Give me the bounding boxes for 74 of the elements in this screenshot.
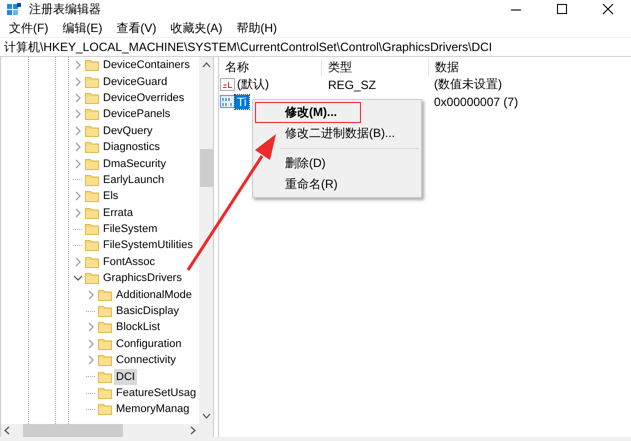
folder-icon <box>98 288 112 301</box>
app-icon <box>6 3 21 16</box>
tree-item[interactable]: DeviceGuard <box>101 74 170 90</box>
folder-icon <box>85 59 99 72</box>
folder-icon <box>85 174 99 186</box>
menu-item[interactable]: 修改(M)... <box>255 102 361 123</box>
string-value-icon <box>220 78 235 91</box>
menu-item[interactable]: 重命名(R) <box>255 174 419 195</box>
tree-item[interactable]: Configuration <box>114 336 184 352</box>
column-header[interactable]: 名称 <box>219 59 322 76</box>
menu-bar-item[interactable]: 收藏夹(A) <box>163 20 230 36</box>
tree-item[interactable]: DeviceOverrides <box>101 90 186 106</box>
menu-item[interactable]: 修改二进制数据(B)... <box>255 123 419 144</box>
value-name[interactable]: Ti <box>235 94 249 108</box>
folder-icon <box>85 92 99 104</box>
maximize-button[interactable] <box>555 4 569 15</box>
value-type: REG_SZ <box>327 78 378 92</box>
tree-item[interactable]: AdditionalMode <box>114 286 194 303</box>
folder-icon <box>85 272 99 284</box>
folder-icon <box>85 190 99 202</box>
folder-icon <box>98 338 112 350</box>
folder-icon <box>85 256 99 268</box>
menu-bar-item[interactable]: 编辑(E) <box>55 20 110 36</box>
tree-item[interactable]: DCI <box>114 368 137 385</box>
column-header[interactable]: 数据 <box>429 59 459 76</box>
scroll-up-icon[interactable] <box>202 61 210 69</box>
scrollbar-thumb[interactable] <box>200 149 212 187</box>
folder-icon <box>85 223 99 236</box>
column-header[interactable]: 类型 <box>322 59 429 76</box>
tree-item[interactable]: FileSystem <box>101 221 160 238</box>
folder-icon <box>85 239 99 252</box>
tree-item[interactable]: BasicDisplay <box>114 303 181 320</box>
scroll-right-icon[interactable] <box>189 426 197 435</box>
binary-value-icon <box>220 95 235 108</box>
menu-item[interactable]: 删除(D) <box>255 153 419 174</box>
folder-icon <box>85 206 99 219</box>
scroll-down-icon[interactable] <box>202 412 210 420</box>
tree-item[interactable]: FeatureSetUsag <box>114 385 198 401</box>
folder-icon <box>98 370 112 383</box>
folder-icon <box>98 321 112 334</box>
tree-item[interactable]: Errata <box>101 204 135 221</box>
tree-item[interactable]: FontAssoc <box>101 254 157 270</box>
tree-item[interactable]: EarlyLaunch <box>101 172 166 188</box>
scrollbar-thumb[interactable] <box>23 424 123 437</box>
tree-item[interactable]: DeviceContainers <box>101 57 192 74</box>
folder-icon <box>85 108 99 120</box>
value-name[interactable]: (默认) <box>235 76 271 93</box>
folder-icon <box>85 158 99 170</box>
folder-icon <box>85 124 99 137</box>
tree-item[interactable]: DmaSecurity <box>101 156 168 172</box>
folder-icon <box>85 76 99 88</box>
tree-item[interactable]: GraphicsDrivers <box>101 270 184 286</box>
tree-item[interactable]: MemoryManag <box>114 401 192 418</box>
folder-icon <box>98 305 112 318</box>
menu-bar-item[interactable]: 文件(F) <box>2 20 56 36</box>
tree-item[interactable]: Diagnostics <box>101 139 162 156</box>
tree-item[interactable]: DevicePanels <box>101 106 172 122</box>
address-field[interactable]: 计算机\HKEY_LOCAL_MACHINE\SYSTEM\CurrentControlSet\Control\GraphicsDrivers\DCI <box>4 38 492 56</box>
scroll-left-icon[interactable] <box>3 426 11 435</box>
close-button[interactable] <box>601 4 615 15</box>
menu-bar-item[interactable]: 查看(V) <box>109 20 164 36</box>
folder-icon <box>98 354 112 366</box>
value-data: 0x00000007 (7) <box>433 94 518 108</box>
tree-item[interactable]: Connectivity <box>114 352 178 368</box>
folder-icon <box>98 387 112 399</box>
folder-icon <box>98 403 112 416</box>
tree-item[interactable]: BlockList <box>114 319 162 336</box>
menu-bar-item[interactable]: 帮助(H) <box>229 20 284 36</box>
window-title: 注册表编辑器 <box>29 1 101 18</box>
value-data: (数值未设置) <box>433 76 502 93</box>
tree-item[interactable]: DevQuery <box>101 122 155 139</box>
tree-item[interactable]: FileSystemUtilities <box>101 237 195 254</box>
tree-item[interactable]: Els <box>101 188 120 204</box>
folder-icon <box>85 141 99 154</box>
